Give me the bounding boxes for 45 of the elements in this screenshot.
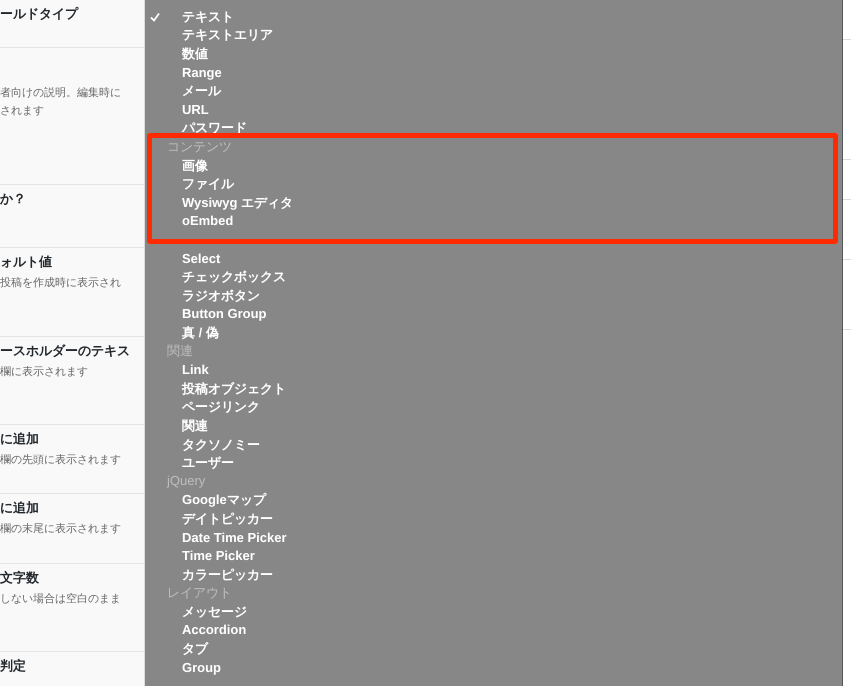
menu-item[interactable]: メッセージ	[145, 602, 842, 622]
field-description: 者向けの説明。編集時にされます	[0, 86, 122, 119]
menu-item[interactable]: テキストエリア	[145, 26, 842, 45]
menu-item[interactable]: チェックボックス	[145, 268, 842, 286]
menu-item[interactable]: 投稿オブジェクト	[145, 379, 842, 398]
field-label: か？	[0, 190, 27, 208]
menu-item[interactable]: oEmbed	[145, 212, 842, 231]
field-label: ールドタイプ	[0, 5, 80, 23]
menu-item[interactable]: 数値	[145, 44, 842, 64]
field-label: 文字数	[0, 569, 40, 587]
checkmark-icon	[150, 12, 160, 22]
menu-item[interactable]: Button Group	[145, 305, 842, 324]
menu-item[interactable]: Wysiwyg エディタ	[145, 194, 842, 212]
field-description: 欄の末尾に表示されます	[0, 522, 122, 537]
menu-item[interactable]: Link	[145, 360, 842, 380]
menu-item[interactable]: カラーピッカー	[145, 565, 842, 584]
field-description: 投稿を作成時に表示され	[0, 276, 122, 291]
menu-item[interactable]: 関連	[145, 416, 842, 436]
menu-item[interactable]: ページリンク	[145, 398, 842, 417]
menu-item[interactable]: 真 / 偽	[145, 324, 842, 342]
menu-item[interactable]: Date Time Picker	[145, 528, 842, 547]
field-label: 判定	[0, 657, 27, 675]
menu-item[interactable]: パスワード	[145, 119, 842, 138]
field-label: に追加	[0, 430, 40, 448]
menu-item[interactable]: ユーザー	[145, 454, 842, 472]
menu-item[interactable]: Group	[145, 658, 842, 677]
field-description: しない場合は空白のまま	[0, 592, 122, 607]
menu-item[interactable]: デイトピッカー	[145, 510, 842, 528]
menu-item[interactable]: ファイル	[145, 174, 842, 194]
menu-item[interactable]: Select	[145, 249, 842, 268]
menu-item[interactable]: URL	[145, 100, 842, 120]
menu-item[interactable]: Accordion	[145, 621, 842, 640]
field-label: ォルト値	[0, 253, 53, 271]
menu-item[interactable]: タブ	[145, 640, 842, 658]
menu-item[interactable]: Googleマップ	[145, 491, 842, 510]
menu-item[interactable]: メール	[145, 82, 842, 101]
menu-item[interactable]: 画像	[145, 156, 842, 175]
field-description: 欄の先頭に表示されます	[0, 453, 122, 468]
menu-item[interactable]: Range	[145, 63, 842, 82]
menu-item[interactable]: ラジオボタン	[145, 286, 842, 306]
menu-item[interactable]: タクソノミー	[145, 435, 842, 454]
field-label: に追加	[0, 499, 40, 517]
menu-item[interactable]: Time Picker	[145, 546, 842, 566]
field-description: 欄に表示されます	[0, 365, 89, 380]
field-label: ースホルダーのテキス	[0, 342, 131, 360]
